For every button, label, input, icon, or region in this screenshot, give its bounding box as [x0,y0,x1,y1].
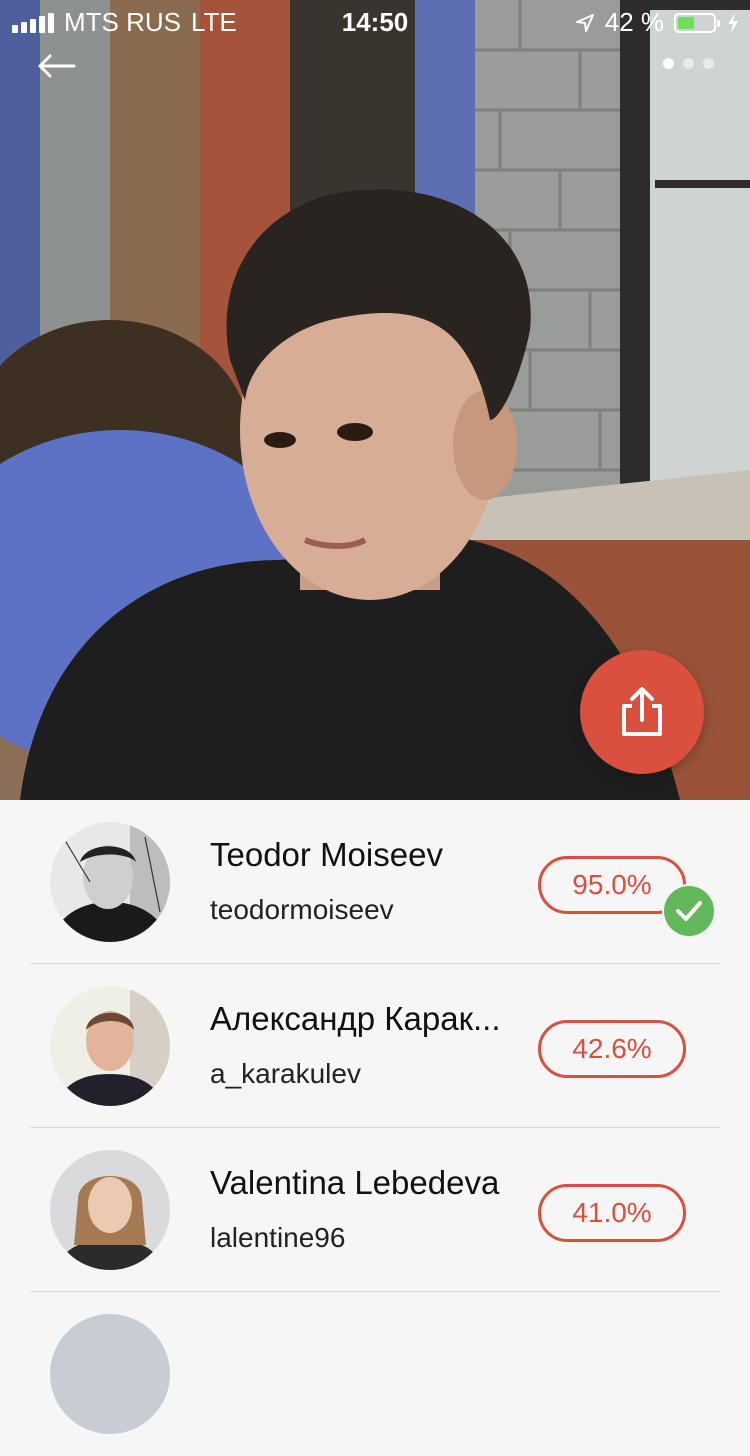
charging-bolt-icon [728,12,738,33]
match-score: 42.6% [538,1020,686,1078]
back-button[interactable] [34,46,78,86]
verified-badge [664,886,714,936]
avatar [50,1314,170,1434]
avatar-valentina-image [50,1150,170,1270]
match-list: Teodor Moiseev teodormoiseev 95.0% Алекс… [0,800,750,1434]
share-icon [622,687,662,736]
match-row[interactable] [0,1292,750,1456]
page-dot-2 [683,58,694,69]
match-row[interactable]: Teodor Moiseev teodormoiseev 95.0% [0,800,750,964]
avatar [50,1150,170,1270]
checkmark-icon [676,901,702,921]
page-dot-1 [663,58,674,69]
photo-page-indicator [663,58,714,69]
match-name: Teodor Moiseev [210,836,443,873]
location-arrow-icon [575,13,594,32]
page-dot-3 [703,58,714,69]
avatar-partial-image [50,1314,170,1434]
avatar-teodor-image [50,822,170,942]
avatar [50,986,170,1106]
avatar [50,822,170,942]
battery-percent: 42 % [604,7,664,37]
arrow-left-icon [38,54,76,78]
match-name: Александр Карак... [210,1000,501,1037]
battery-icon [674,12,720,33]
share-button[interactable] [580,650,704,774]
avatar-aleksandr-image [50,986,170,1106]
match-username: lalentine96 [210,1222,346,1253]
match-username: teodormoiseev [210,894,394,925]
match-name: Valentina Lebedeva [210,1164,500,1201]
match-row[interactable]: Valentina Lebedeva lalentine96 41.0% [0,1128,750,1292]
status-bar: MTS RUS LTE 14:50 42 % [0,0,750,40]
status-right: 42 % [575,7,740,38]
match-row[interactable]: Александр Карак... a_karakulev 42.6% [0,964,750,1128]
match-username: a_karakulev [210,1058,361,1089]
match-score: 41.0% [538,1184,686,1242]
